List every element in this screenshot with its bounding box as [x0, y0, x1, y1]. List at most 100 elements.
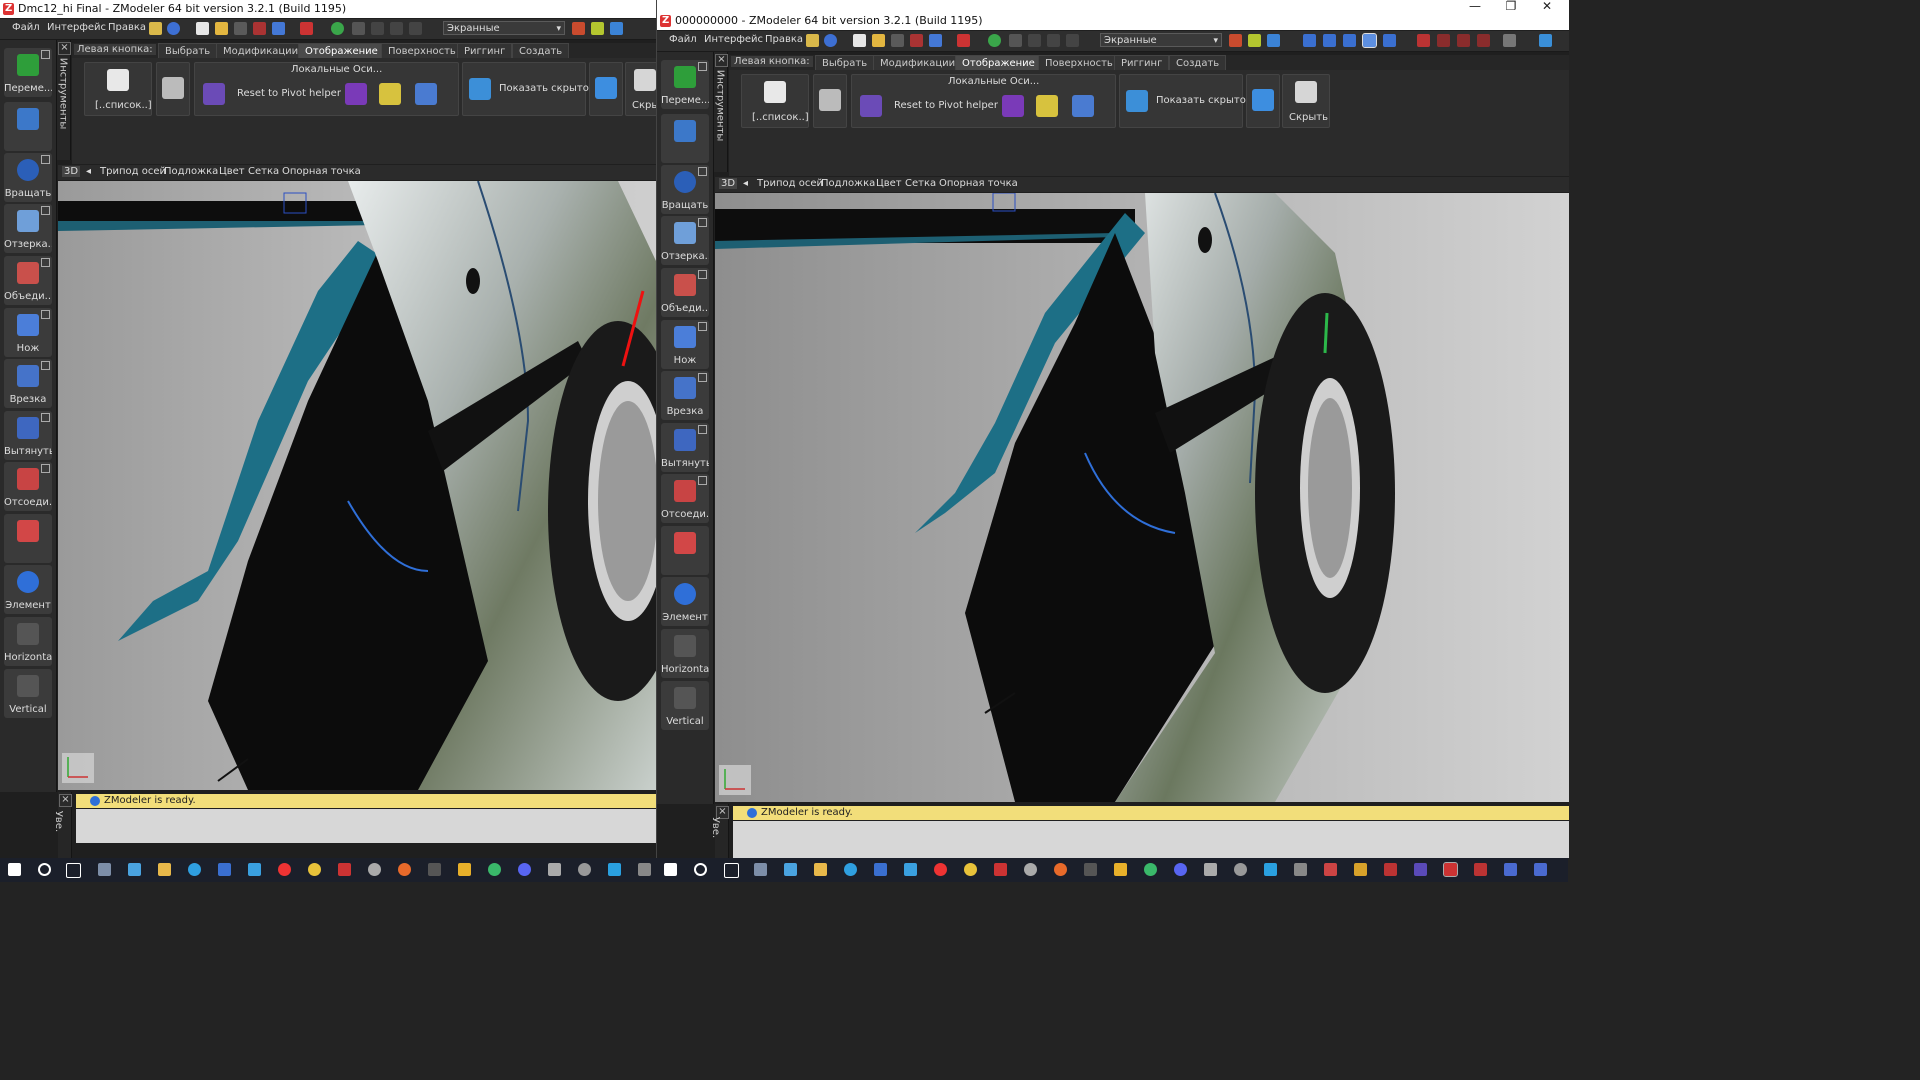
redo-icon[interactable] [929, 34, 942, 47]
tool-vertical[interactable]: Vertical [4, 669, 52, 718]
backdrop-toggle[interactable]: Подложка [164, 166, 218, 177]
list-button[interactable]: [..список..] [84, 62, 152, 116]
show-hidden-button[interactable]: Показать скрытое [462, 62, 595, 116]
tab-display[interactable]: Отображение [298, 43, 385, 59]
render-icon[interactable] [988, 34, 1001, 47]
snap-icon[interactable] [1047, 34, 1060, 47]
file-explorer-icon-2[interactable] [814, 863, 827, 876]
color-toggle[interactable]: Цвет [876, 178, 902, 189]
tool-rotate[interactable]: Вращать [4, 153, 52, 202]
cube-blue-button[interactable] [1246, 74, 1280, 128]
tool-gray-icon[interactable] [1503, 34, 1516, 47]
settings-icon[interactable] [149, 22, 162, 35]
edge-icon-2[interactable] [844, 863, 857, 876]
whatsapp-icon-2[interactable] [1144, 863, 1157, 876]
steam-icon-2[interactable] [1234, 863, 1247, 876]
lock-icon[interactable] [409, 22, 422, 35]
menu-interface[interactable]: Интерфейс [704, 34, 763, 45]
settings-icon[interactable] [806, 34, 819, 47]
windows-start-icon[interactable] [8, 863, 21, 876]
show-hidden-button[interactable]: Показать скрытое [1119, 74, 1252, 128]
skype-icon[interactable] [608, 863, 621, 876]
select-object-icon[interactable] [1383, 34, 1396, 47]
tool-knife[interactable]: Нож [4, 308, 52, 357]
axes-edit-icon[interactable] [1036, 95, 1058, 117]
reset-pivot-button[interactable]: Reset to Pivot helper [237, 88, 341, 99]
minimize-button[interactable]: — [1457, 0, 1493, 16]
menu-edit[interactable]: Правка [108, 22, 146, 33]
tool-mirror[interactable]: Отзерка... [4, 204, 52, 253]
tool-red-4-icon[interactable] [1477, 34, 1490, 47]
tool-attach[interactable]: Объеди... [4, 256, 52, 305]
epic-icon-2[interactable] [1084, 863, 1097, 876]
task-view-icon-2[interactable] [724, 863, 739, 878]
open-folder-icon[interactable] [215, 22, 228, 35]
close-icon[interactable]: × [58, 42, 71, 55]
app-amber-icon[interactable] [1354, 863, 1367, 876]
redo-icon[interactable] [272, 22, 285, 35]
app-r-icon-2[interactable] [1114, 863, 1127, 876]
tab-create[interactable]: Создать [512, 43, 570, 59]
tool-move[interactable]: Переме... [4, 48, 52, 97]
tab-select[interactable]: Выбрать [815, 55, 875, 71]
arrow-left-icon[interactable]: ◂ [743, 178, 748, 189]
select-edge-icon[interactable] [1323, 34, 1336, 47]
axis-y-icon[interactable] [1248, 34, 1261, 47]
select-vertex-icon[interactable] [1303, 34, 1316, 47]
menu-interface[interactable]: Интерфейс [47, 22, 106, 33]
view-3d-button[interactable]: 3D [62, 166, 81, 177]
tool-horizontal[interactable]: Horizontal [661, 629, 709, 678]
axis-tripod-toggle[interactable]: Трипод осей [757, 178, 823, 189]
tool-split[interactable] [661, 526, 709, 575]
new-file-icon[interactable] [196, 22, 209, 35]
axes-reset-icon[interactable] [415, 83, 437, 105]
tool-vertical[interactable]: Vertical [661, 681, 709, 730]
tab-create[interactable]: Создать [1169, 55, 1227, 71]
axes-reset-icon[interactable] [1072, 95, 1094, 117]
select-face-icon[interactable] [1343, 34, 1356, 47]
select-element-icon[interactable] [1362, 33, 1377, 48]
magnet-icon[interactable] [300, 22, 313, 35]
yandex-icon[interactable] [278, 863, 291, 876]
obs-icon-2[interactable] [1024, 863, 1037, 876]
cube-blue-button[interactable] [589, 62, 623, 116]
axis-z-icon[interactable] [1267, 34, 1280, 47]
tab-rigging[interactable]: Риггинг [1114, 55, 1170, 71]
chrome-icon[interactable] [308, 863, 321, 876]
app-icon-2[interactable] [784, 863, 797, 876]
help-icon[interactable] [824, 34, 837, 47]
reset-pivot-button[interactable]: Reset to Pivot helper [894, 100, 998, 111]
new-file-icon[interactable] [853, 34, 866, 47]
app-misc-icon-2[interactable] [1294, 863, 1307, 876]
plane-icon-2[interactable] [1204, 863, 1217, 876]
close-icon[interactable]: × [59, 794, 72, 807]
close-button[interactable]: ✕ [1529, 0, 1565, 16]
cube-button[interactable] [156, 62, 190, 116]
grid-toggle[interactable]: Сетка [905, 178, 936, 189]
task-view-icon[interactable] [66, 863, 81, 878]
app-blue-2-icon[interactable] [1534, 863, 1547, 876]
store-icon-2[interactable] [874, 863, 887, 876]
restore-button[interactable]: ❐ [1493, 0, 1529, 16]
tab-display[interactable]: Отображение [955, 55, 1042, 71]
notifications-strip[interactable]: × Уве. [710, 804, 729, 858]
view-3d-button[interactable]: 3D [719, 178, 738, 189]
tool-scale[interactable] [661, 114, 709, 163]
3d-viewport[interactable] [715, 193, 1569, 802]
arrow-left-icon[interactable]: ◂ [86, 166, 91, 177]
discord-icon-2[interactable] [1174, 863, 1187, 876]
tool-mirror[interactable]: Отзерка... [661, 216, 709, 265]
lock-icon[interactable] [1066, 34, 1079, 47]
undo-icon[interactable] [253, 22, 266, 35]
pivot-point-toggle[interactable]: Опорная точка [939, 178, 1018, 189]
tool-extrude[interactable]: Вытянуть [4, 411, 52, 460]
zmodeler-64-icon[interactable] [338, 863, 351, 876]
store-icon[interactable] [218, 863, 231, 876]
zmodeler-active-icon[interactable] [1443, 862, 1458, 877]
open-folder-icon[interactable] [872, 34, 885, 47]
list-button[interactable]: [..список..] [741, 74, 809, 128]
magnet-icon[interactable] [957, 34, 970, 47]
tool-move[interactable]: Переме... [661, 60, 709, 109]
tab-select[interactable]: Выбрать [158, 43, 218, 59]
undo-icon[interactable] [910, 34, 923, 47]
